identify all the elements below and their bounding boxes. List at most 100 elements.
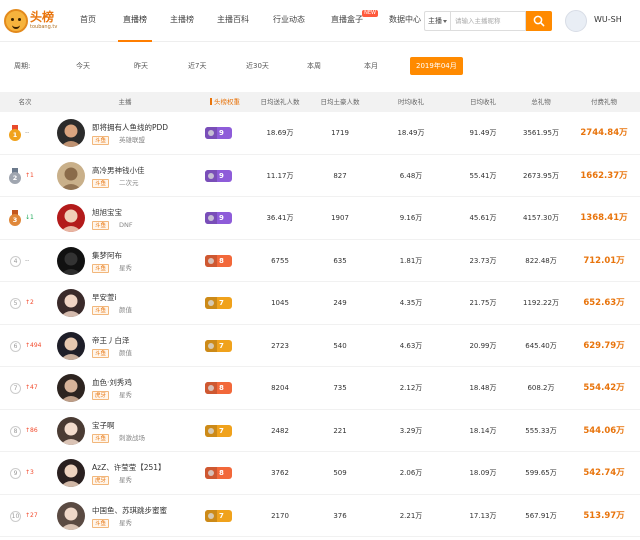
rank-number: 7: [10, 383, 21, 394]
rank-change: ↑494: [25, 339, 41, 353]
anchor-category: 刺激战场: [119, 433, 145, 442]
anchor-name[interactable]: 中国鱼、苏琪跳步蜜蜜: [92, 505, 167, 516]
cell-big-spenders: 1907: [331, 214, 349, 222]
anchor-avatar[interactable]: [57, 501, 85, 530]
table-row[interactable]: 7 ↑47 血色·刘秀鸡 虎牙 星秀 8 8204 735 2.12万 18.48万 608.2万 5…: [0, 367, 640, 410]
nav-item-2[interactable]: 主播榜: [160, 0, 204, 42]
rank-number: 5: [10, 298, 21, 309]
rank-change: ↓1: [25, 211, 34, 225]
table-row[interactable]: 6 ↑494 帝王丿白泽 斗鱼 颜值 7 2723 540 4.63万 20.99万 645.40万…: [0, 325, 640, 367]
table-row[interactable]: 10 ↑27 中国鱼、苏琪跳步蜜蜜 斗鱼 星秀 7 2170 376 2.21万 17.13万 56…: [0, 495, 640, 537]
platform-tag: 斗鱼: [92, 348, 110, 358]
column-header[interactable]: 头榜权重: [200, 92, 250, 112]
cell-total: 4157.30万: [523, 214, 559, 222]
table-row[interactable]: 3 ↓1 旭旭宝宝 斗鱼 DNF 9 36.41万 1907 9.16万 45.61万 4157.3…: [0, 197, 640, 240]
period-option[interactable]: 本周: [307, 57, 321, 75]
anchor-category: 英雄联盟: [119, 136, 145, 144]
anchor-name[interactable]: 宝子啊: [92, 420, 115, 431]
nav-item-4[interactable]: 行业动态: [262, 0, 316, 42]
cell-total: 599.65万: [525, 469, 557, 477]
search-input[interactable]: [450, 11, 526, 31]
nav-item-5[interactable]: 直播盒子 NEW: [316, 0, 378, 42]
weight-value: 8: [219, 256, 224, 265]
anchor-name[interactable]: 血色·刘秀鸡: [92, 377, 132, 388]
period-option[interactable]: 昨天: [134, 57, 148, 75]
rank-change-value: --: [25, 129, 30, 136]
anchor-name[interactable]: 即将拥有人鱼线的PDD: [92, 122, 168, 133]
anchor-category: 颜值: [119, 306, 132, 314]
column-header[interactable]: 日均送礼人数: [250, 92, 310, 112]
anchor-name[interactable]: 旭旭宝宝: [92, 207, 122, 218]
weight-badge: 7: [205, 509, 232, 522]
cell-daily: 20.99万: [469, 341, 497, 350]
cell-paid: 513.97万: [583, 510, 625, 521]
rank-change-value: 27: [30, 511, 38, 519]
weight-icon: [205, 467, 217, 479]
table-row[interactable]: 2 ↑1 高冷男神钱小佳 斗鱼 二次元 9 11.17万 827 6.48万 55.41万 2673…: [0, 155, 640, 197]
search-button[interactable]: [526, 11, 552, 31]
cell-total: 555.33万: [525, 426, 557, 435]
rank-change: ↑1: [25, 169, 34, 183]
cell-daily: 18.48万: [469, 384, 497, 392]
anchor-avatar[interactable]: [57, 331, 85, 360]
nav-item-label: 主播百科: [217, 15, 249, 24]
weight-badge: 8: [205, 382, 232, 394]
weight-icon: [205, 509, 217, 522]
cell-big-spenders: 635: [333, 256, 347, 265]
table-row[interactable]: 5 ↑2 早安萱i 斗鱼 颜值 7 1045 249 4.35万 21.75万 1192.22万 65…: [0, 282, 640, 325]
username[interactable]: WU-SH: [594, 15, 622, 24]
anchor-name[interactable]: 早安萱i: [92, 292, 117, 303]
column-header[interactable]: 付费礼物: [568, 92, 640, 112]
nav-item-label: 首页: [80, 15, 96, 24]
weight-value: 7: [219, 426, 224, 435]
anchor-avatar[interactable]: [57, 374, 85, 402]
search-type-select[interactable]: 主播: [424, 11, 450, 31]
anchor-avatar[interactable]: [57, 246, 85, 275]
column-header[interactable]: 总礼物: [514, 92, 568, 112]
period-filter: 周期: 今天 昨天 近7天 近30天 本周 本月 2019年04月: [0, 55, 640, 77]
weight-badge: 9: [205, 212, 232, 224]
nav-item-label: 直播盒子: [331, 15, 363, 24]
weight-value: 7: [219, 299, 224, 307]
nav-item-1[interactable]: 直播榜: [110, 0, 160, 42]
site-logo[interactable]: 头榜 toubang.tv: [4, 6, 58, 36]
anchor-name[interactable]: 高冷男神钱小佳: [92, 165, 145, 176]
anchor-name[interactable]: AzZ、许莹莹【251】: [92, 462, 166, 473]
nav-item-0[interactable]: 首页: [66, 0, 110, 42]
platform-tag: 虎牙: [92, 391, 110, 400]
column-header[interactable]: 日均土豪人数: [310, 92, 370, 112]
table-header: 名次 主播 头榜权重 日均送礼人数 日均土豪人数 时均收礼 日均收礼 总礼物 付费礼物: [0, 92, 640, 112]
period-option[interactable]: 2019年04月: [410, 57, 463, 75]
user-avatar[interactable]: [565, 10, 587, 32]
anchor-name[interactable]: 集梦阿布: [92, 250, 122, 261]
search-icon: [533, 15, 545, 27]
table-row[interactable]: 1 -- 即将拥有人鱼线的PDD 斗鱼 英雄联盟 9 18.69万 1719 18.49万 91.…: [0, 112, 640, 155]
table-row[interactable]: 4 -- 集梦阿布 斗鱼 星秀 8 6755 635 1.81万 23.73万 822.48万 712…: [0, 240, 640, 282]
logo-subtitle: toubang.tv: [30, 24, 58, 30]
anchor-avatar[interactable]: [57, 289, 85, 317]
anchor-avatar[interactable]: [57, 161, 85, 190]
period-option[interactable]: 近30天: [246, 57, 269, 75]
cell-total: 822.48万: [525, 256, 557, 265]
weight-badge: 9: [205, 169, 232, 182]
table-row[interactable]: 8 ↑86 宝子啊 斗鱼 刺激战场 7 2482 221 3.29万 18.14万 555.33万 5…: [0, 410, 640, 452]
anchor-avatar[interactable]: [57, 204, 85, 232]
nav-item-label: 行业动态: [273, 15, 305, 24]
column-header[interactable]: 日均收礼: [452, 92, 514, 112]
table-row[interactable]: 9 ↑3 AzZ、许莹莹【251】 虎牙 星秀 8 3762 509 2.06万 18.09万 59…: [0, 452, 640, 495]
column-header[interactable]: 时均收礼: [370, 92, 452, 112]
nav-item-3[interactable]: 主播百科: [204, 0, 262, 42]
cell-daily: 17.13万: [469, 511, 497, 520]
period-option[interactable]: 今天: [76, 57, 90, 75]
period-option[interactable]: 本月: [364, 57, 378, 75]
cell-big-spenders: 827: [333, 171, 347, 180]
cell-daily: 21.75万: [469, 299, 497, 307]
cell-daily: 91.49万: [469, 129, 497, 137]
anchor-avatar[interactable]: [57, 459, 85, 487]
anchor-avatar[interactable]: [57, 416, 85, 445]
rank-change-value: 86: [30, 426, 38, 434]
anchor-avatar[interactable]: [57, 119, 85, 147]
period-option[interactable]: 近7天: [188, 57, 206, 75]
anchor-name[interactable]: 帝王丿白泽: [92, 335, 130, 346]
platform-tag: 虎牙: [92, 476, 110, 485]
